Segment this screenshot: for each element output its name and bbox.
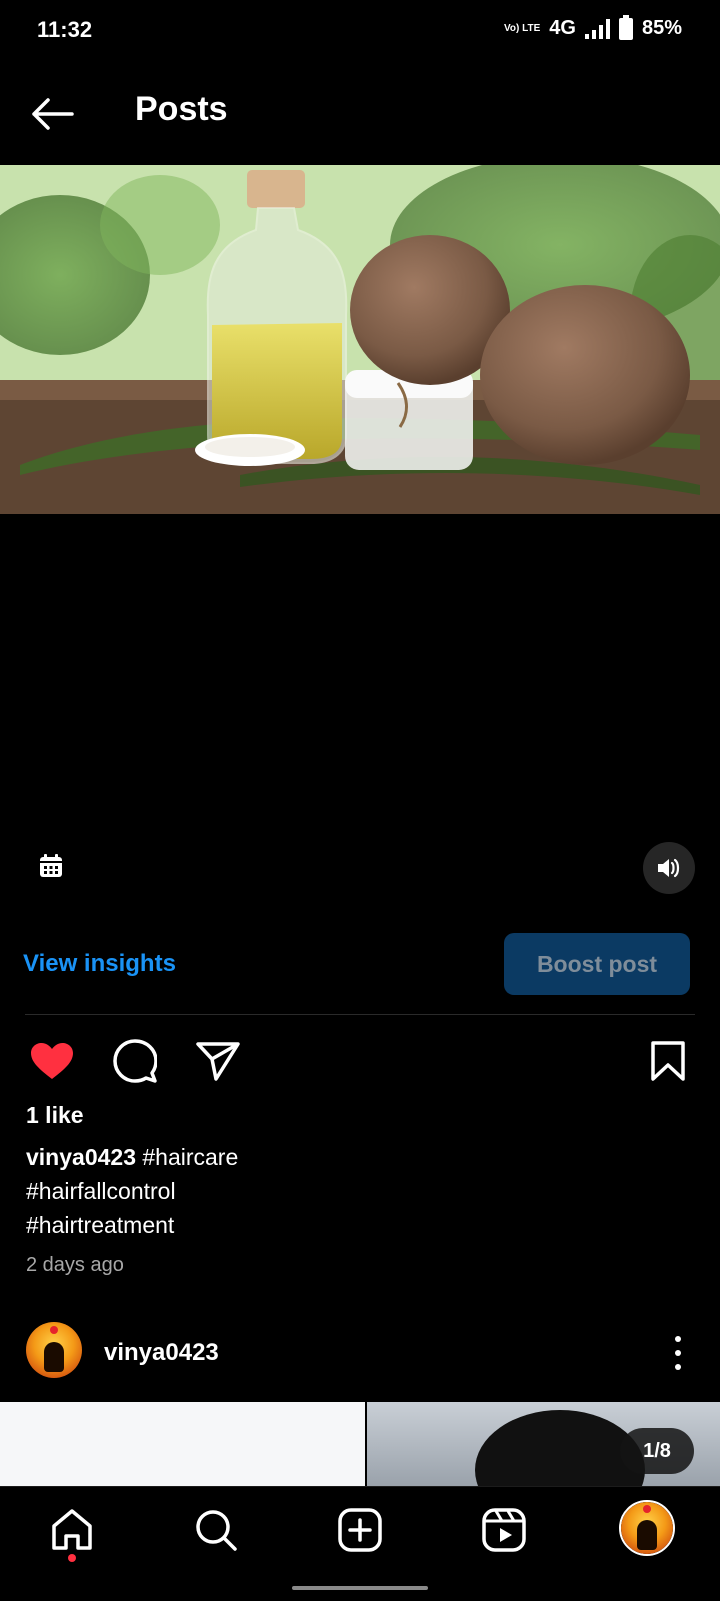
calendar-icon[interactable] bbox=[38, 853, 64, 879]
bookmark-icon bbox=[651, 1041, 685, 1081]
status-icons: Vo) LTE 4G 85% bbox=[503, 14, 682, 40]
coconut-oil-illustration bbox=[0, 165, 720, 514]
nav-home[interactable] bbox=[44, 1502, 100, 1558]
like-button[interactable] bbox=[27, 1036, 77, 1086]
likes-count[interactable]: 1 like bbox=[26, 1102, 84, 1129]
page-title: Posts bbox=[135, 90, 228, 128]
network-type: 4G bbox=[549, 17, 576, 39]
back-button[interactable] bbox=[28, 92, 76, 136]
post-caption: vinya0423 #haircare #hairfallcontrol #ha… bbox=[26, 1140, 626, 1242]
reels-icon bbox=[482, 1508, 526, 1552]
battery-percent: 85% bbox=[641, 17, 682, 39]
signal-icon bbox=[584, 18, 610, 39]
save-button[interactable] bbox=[643, 1036, 693, 1086]
arrow-left-icon bbox=[32, 98, 74, 130]
battery-icon bbox=[618, 14, 633, 40]
gesture-bar[interactable] bbox=[292, 1586, 428, 1590]
post-image[interactable] bbox=[0, 165, 720, 514]
hashtag[interactable]: #hairtreatment bbox=[26, 1212, 174, 1238]
status-time: 11:32 bbox=[37, 17, 93, 42]
nav-create[interactable] bbox=[332, 1502, 388, 1558]
heart-icon bbox=[31, 1043, 73, 1079]
notification-dot bbox=[68, 1554, 76, 1562]
more-vertical-icon bbox=[675, 1336, 681, 1342]
add-icon bbox=[338, 1508, 382, 1552]
comment-icon bbox=[113, 1039, 157, 1083]
more-options-button[interactable] bbox=[668, 1336, 688, 1370]
volume-button[interactable] bbox=[643, 842, 695, 894]
search-icon bbox=[196, 1510, 237, 1551]
hashtag[interactable]: #haircare bbox=[142, 1144, 238, 1170]
share-button[interactable] bbox=[193, 1036, 243, 1086]
nav-reels[interactable] bbox=[476, 1502, 532, 1558]
nav-search[interactable] bbox=[188, 1502, 244, 1558]
volume-icon bbox=[658, 858, 680, 878]
comment-button[interactable] bbox=[110, 1036, 160, 1086]
nav-profile[interactable] bbox=[619, 1500, 675, 1556]
hashtag[interactable]: #hairfallcontrol bbox=[26, 1178, 176, 1204]
send-icon bbox=[196, 1042, 240, 1081]
avatar[interactable] bbox=[26, 1322, 82, 1378]
volte-indicator: Vo) LTE bbox=[503, 22, 541, 34]
home-icon bbox=[52, 1509, 92, 1550]
carousel-counter: 1/8 bbox=[620, 1428, 694, 1474]
post-image[interactable] bbox=[0, 1402, 720, 1486]
divider bbox=[25, 1014, 695, 1015]
boost-post-button[interactable]: Boost post bbox=[504, 933, 690, 995]
caption-username[interactable]: vinya0423 bbox=[26, 1144, 136, 1170]
post-timestamp: 2 days ago bbox=[26, 1254, 124, 1276]
post-username[interactable]: vinya0423 bbox=[104, 1339, 219, 1367]
view-insights-link[interactable]: View insights bbox=[23, 950, 176, 978]
profile-avatar bbox=[621, 1502, 673, 1554]
